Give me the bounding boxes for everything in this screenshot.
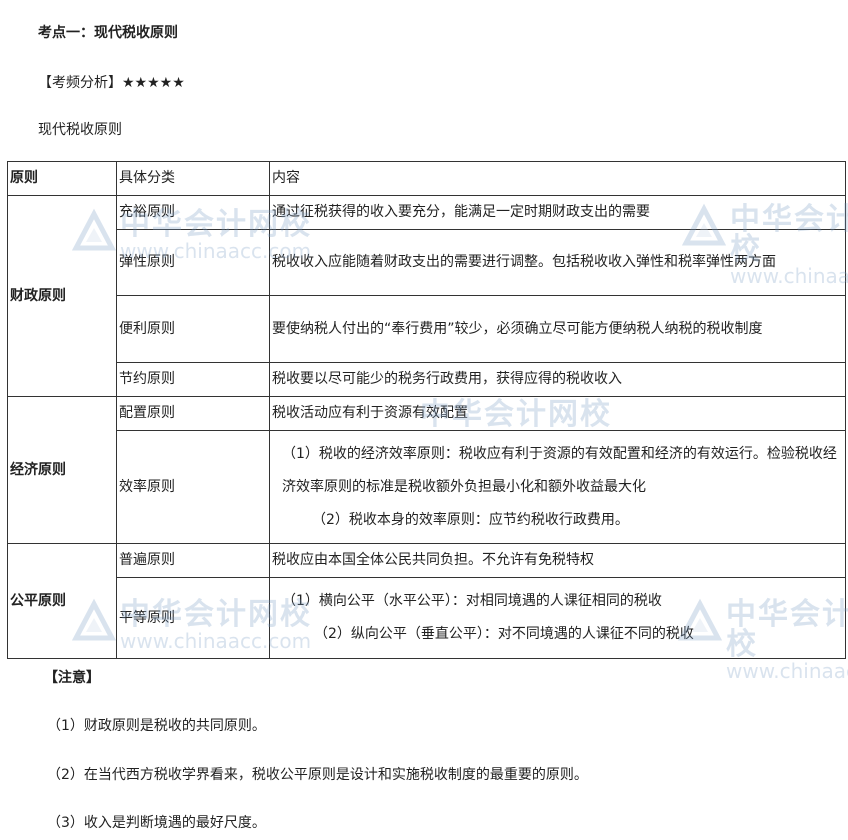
table-row: 经济原则 配置原则 税收活动应有利于资源有效配置 [8,397,846,431]
category-cell: 普遍原则 [117,544,270,578]
content-line: （1）税收的经济效率原则：税收应有利于资源的有效配置和经济的有效运行。检验税收经… [272,438,843,504]
header-category: 具体分类 [117,162,270,196]
principle-economic: 经济原则 [8,397,117,544]
category-cell: 配置原则 [117,397,270,431]
header-principle: 原则 [8,162,117,196]
category-cell: 弹性原则 [117,230,270,296]
principle-fairness: 公平原则 [8,544,117,659]
category-cell: 便利原则 [117,296,270,363]
content-line: （2）税收本身的效率原则：应节约税收行政费用。 [272,504,843,537]
content-cell: 税收收入应能随着财政支出的需要进行调整。包括税收收入弹性和税率弹性两方面 [270,230,846,296]
note-item: （3）收入是判断境遇的最好尺度。 [47,812,266,832]
table-row: 公平原则 普遍原则 税收应由本国全体公民共同负担。不允许有免税特权 [8,544,846,578]
category-cell: 节约原则 [117,363,270,397]
content-cell: （1）税收的经济效率原则：税收应有利于资源的有效配置和经济的有效运行。检验税收经… [270,431,846,544]
content-cell: 税收活动应有利于资源有效配置 [270,397,846,431]
notes-title: 【注意】 [44,667,100,687]
principle-fiscal: 财政原则 [8,196,117,397]
table-row: 节约原则 税收要以尽可能少的税务行政费用，获得应得的税收收入 [8,363,846,397]
table-row: 便利原则 要使纳税人付出的“奉行费用”较少，必须确立尽可能方便纳税人纳税的税收制… [8,296,846,363]
content-cell: （1）横向公平（水平公平）：对相同境遇的人课征相同的税收 （2）纵向公平（垂直公… [270,578,846,659]
content-cell: 要使纳税人付出的“奉行费用”较少，必须确立尽可能方便纳税人纳税的税收制度 [270,296,846,363]
content-line: （2）纵向公平（垂直公平）：对不同境遇的人课征不同的税收 [272,618,843,651]
content-cell: 税收要以尽可能少的税务行政费用，获得应得的税收收入 [270,363,846,397]
table-row: 平等原则 （1）横向公平（水平公平）：对相同境遇的人课征相同的税收 （2）纵向公… [8,578,846,659]
content-line: （1）横向公平（水平公平）：对相同境遇的人课征相同的税收 [272,585,843,618]
table-caption: 现代税收原则 [38,119,122,139]
content-cell: 税收应由本国全体公民共同负担。不允许有免税特权 [270,544,846,578]
table-row: 效率原则 （1）税收的经济效率原则：税收应有利于资源的有效配置和经济的有效运行。… [8,431,846,544]
tax-principles-table: 原则 具体分类 内容 财政原则 充裕原则 通过征税获得的收入要充分，能满足一定时… [7,161,846,659]
section-heading: 考点一：现代税收原则 [38,22,178,42]
table-header-row: 原则 具体分类 内容 [8,162,846,196]
table-row: 弹性原则 税收收入应能随着财政支出的需要进行调整。包括税收收入弹性和税率弹性两方… [8,230,846,296]
note-item: （2）在当代西方税收学界看来，税收公平原则是设计和实施税收制度的最重要的原则。 [47,764,588,784]
category-cell: 效率原则 [117,431,270,544]
category-cell: 充裕原则 [117,196,270,230]
content-cell: 通过征税获得的收入要充分，能满足一定时期财政支出的需要 [270,196,846,230]
watermark-url: www.chinaacc.com [726,660,848,682]
table-row: 财政原则 充裕原则 通过征税获得的收入要充分，能满足一定时期财政支出的需要 [8,196,846,230]
frequency-rating: 【考频分析】★★★★★ [38,72,185,92]
category-cell: 平等原则 [117,578,270,659]
note-item: （1）财政原则是税收的共同原则。 [47,715,266,735]
header-content: 内容 [270,162,846,196]
